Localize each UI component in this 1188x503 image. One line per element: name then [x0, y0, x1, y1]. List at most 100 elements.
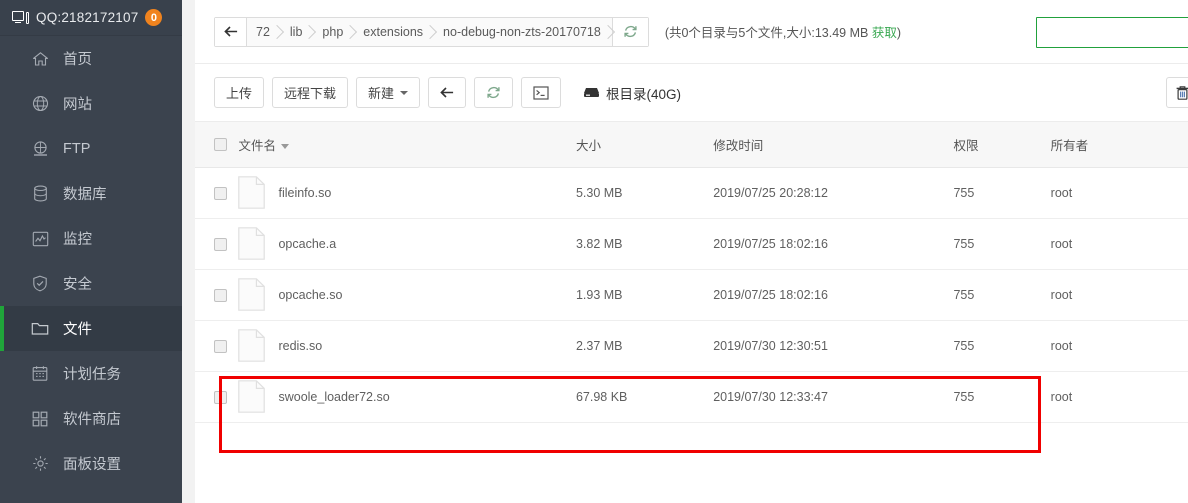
file-table-body: fileinfo.so 5.30 MB 2019/07/25 20:28:12 … — [195, 167, 1188, 422]
sidebar-item-monitor[interactable]: 监控 — [0, 216, 182, 261]
notification-badge[interactable]: 0 — [145, 9, 162, 26]
sidebar-item-ftp[interactable]: FTP — [0, 126, 182, 171]
select-all-header — [195, 122, 238, 167]
root-directory-label[interactable]: 根目录(40G) — [583, 83, 681, 103]
row-owner-cell[interactable]: root — [1051, 371, 1188, 422]
column-header-name[interactable]: 文件名 — [238, 122, 575, 167]
row-checkbox[interactable] — [214, 238, 227, 251]
folder-icon — [30, 320, 50, 338]
row-perm-cell[interactable]: 755 — [953, 218, 1050, 269]
sidebar-item-home[interactable]: 首页 — [0, 36, 182, 81]
breadcrumb-item-3[interactable]: extensions — [354, 18, 434, 46]
home-icon — [30, 50, 50, 68]
row-perm-cell[interactable]: 755 — [953, 320, 1050, 371]
file-name[interactable]: fileinfo.so — [278, 186, 331, 200]
disk-icon — [583, 86, 600, 99]
main-area: 72 lib php extensions no-debug-non-zts-2… — [182, 0, 1188, 503]
column-header-owner[interactable]: 所有者 — [1051, 122, 1188, 167]
toolbar: 上传 远程下载 新建 根目录(40G) — [195, 64, 1188, 122]
file-name[interactable]: swoole_loader72.so — [278, 390, 389, 404]
row-time-cell: 2019/07/30 12:30:51 — [713, 320, 953, 371]
file-icon — [238, 176, 265, 209]
sidebar-item-website[interactable]: 网站 — [0, 81, 182, 126]
column-header-size[interactable]: 大小 — [576, 122, 713, 167]
search-input[interactable] — [1036, 17, 1188, 48]
breadcrumb-item-0[interactable]: 72 — [247, 18, 281, 46]
ftp-icon — [30, 140, 50, 158]
row-owner-cell[interactable]: root — [1051, 167, 1188, 218]
gear-icon — [30, 455, 50, 473]
sidebar-item-label: FTP — [63, 141, 90, 157]
database-icon — [30, 185, 50, 203]
row-perm-cell[interactable]: 755 — [953, 269, 1050, 320]
breadcrumb-item-4[interactable]: no-debug-non-zts-20170718 — [434, 18, 612, 46]
sidebar-item-security[interactable]: 安全 — [0, 261, 182, 306]
toolbar-refresh-button[interactable] — [474, 77, 513, 108]
sidebar-item-database[interactable]: 数据库 — [0, 171, 182, 216]
row-checkbox[interactable] — [214, 391, 227, 404]
remote-download-button[interactable]: 远程下载 — [272, 77, 348, 108]
chart-icon — [30, 230, 50, 248]
delete-button[interactable] — [1166, 77, 1188, 108]
toolbar-back-button[interactable] — [428, 77, 466, 108]
table-row[interactable]: redis.so 2.37 MB 2019/07/30 12:30:51 755… — [195, 320, 1188, 371]
row-select-cell — [195, 218, 238, 269]
table-row[interactable]: swoole_loader72.so 67.98 KB 2019/07/30 1… — [195, 371, 1188, 422]
file-name[interactable]: opcache.so — [278, 288, 342, 302]
file-name[interactable]: redis.so — [278, 339, 322, 353]
breadcrumb-back-button[interactable] — [215, 18, 247, 46]
sort-desc-icon[interactable] — [281, 144, 289, 149]
sidebar-item-label: 网站 — [63, 93, 92, 114]
row-select-cell — [195, 269, 238, 320]
sidebar-item-settings[interactable]: 面板设置 — [0, 441, 182, 486]
breadcrumb-item-2[interactable]: php — [313, 18, 354, 46]
row-owner-cell[interactable]: root — [1051, 269, 1188, 320]
row-size-cell: 3.82 MB — [576, 218, 713, 269]
row-select-cell — [195, 320, 238, 371]
column-header-time[interactable]: 修改时间 — [713, 122, 953, 167]
row-select-cell — [195, 167, 238, 218]
breadcrumb: 72 lib php extensions no-debug-non-zts-2… — [214, 17, 649, 47]
fetch-size-link[interactable]: 获取 — [872, 26, 897, 40]
qq-account-label: QQ:2182172107 — [36, 10, 138, 25]
file-icon — [238, 380, 265, 413]
table-row[interactable]: opcache.so 1.93 MB 2019/07/25 18:02:16 7… — [195, 269, 1188, 320]
row-size-cell: 67.98 KB — [576, 371, 713, 422]
sidebar-item-files[interactable]: 文件 — [0, 306, 182, 351]
sidebar-item-appstore[interactable]: 软件商店 — [0, 396, 182, 441]
upload-button[interactable]: 上传 — [214, 77, 264, 108]
breadcrumb-refresh-button[interactable] — [612, 18, 648, 46]
new-button[interactable]: 新建 — [356, 77, 420, 108]
sidebar-item-label: 面板设置 — [63, 453, 121, 474]
row-perm-cell[interactable]: 755 — [953, 371, 1050, 422]
select-all-checkbox[interactable] — [214, 138, 227, 151]
calendar-icon — [30, 365, 50, 383]
breadcrumb-item-1[interactable]: lib — [281, 18, 314, 46]
row-checkbox[interactable] — [214, 289, 227, 302]
sidebar: QQ:2182172107 0 首页 网站 FTP 数据库 — [0, 0, 182, 503]
column-header-perm[interactable]: 权限 — [953, 122, 1050, 167]
shield-icon — [30, 275, 50, 293]
row-perm-cell[interactable]: 755 — [953, 167, 1050, 218]
row-owner-cell[interactable]: root — [1051, 320, 1188, 371]
sidebar-item-label: 软件商店 — [63, 408, 121, 429]
sidebar-item-label: 安全 — [63, 273, 92, 294]
terminal-button[interactable] — [521, 77, 561, 108]
file-name[interactable]: opcache.a — [278, 237, 336, 251]
table-row[interactable]: fileinfo.so 5.30 MB 2019/07/25 20:28:12 … — [195, 167, 1188, 218]
refresh-icon — [623, 24, 638, 39]
chevron-down-icon — [400, 91, 408, 95]
row-owner-cell[interactable]: root — [1051, 218, 1188, 269]
file-manager-app: QQ:2182172107 0 首页 网站 FTP 数据库 — [0, 0, 1188, 503]
row-checkbox[interactable] — [214, 187, 227, 200]
directory-stats-suffix: ) — [897, 26, 901, 40]
table-row[interactable]: opcache.a 3.82 MB 2019/07/25 18:02:16 75… — [195, 218, 1188, 269]
sidebar-header[interactable]: QQ:2182172107 0 — [0, 0, 182, 36]
row-time-cell: 2019/07/25 20:28:12 — [713, 167, 953, 218]
row-checkbox[interactable] — [214, 340, 227, 353]
sidebar-item-crontab[interactable]: 计划任务 — [0, 351, 182, 396]
file-icon — [238, 278, 265, 311]
globe-icon — [30, 95, 50, 113]
sidebar-item-label: 数据库 — [63, 183, 107, 204]
trash-icon — [1175, 85, 1188, 101]
